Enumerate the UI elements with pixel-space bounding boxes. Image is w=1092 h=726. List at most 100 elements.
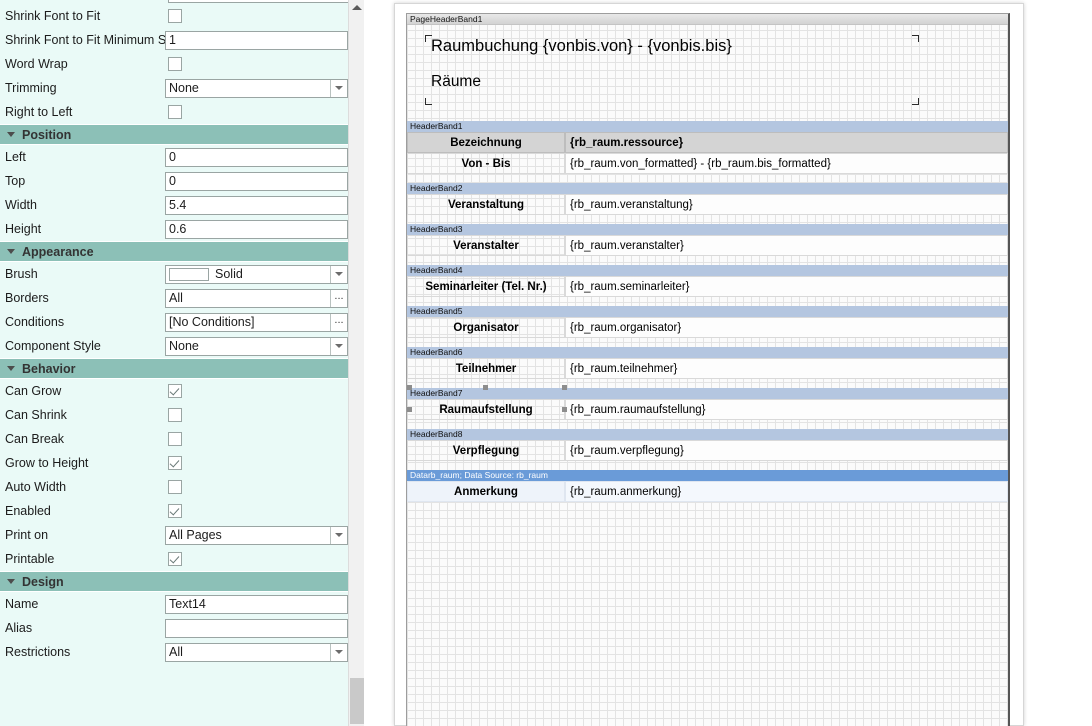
band-caption-page-header[interactable]: PageHeaderBand1 [407,14,1008,25]
report-field-row[interactable]: Von - Bis {rb_raum.von_formatted} - {rb_r… [407,153,1008,174]
report-expression-text[interactable]: {rb_raum.anmerkung} [565,481,1008,502]
report-title-container[interactable]: Raumbuchung {vonbis.von} - {vonbis.bis} … [425,35,919,105]
report-label-text[interactable]: Verpflegung [407,440,565,461]
report-expression-text[interactable]: {rb_raum.veranstaltung} [565,194,1008,215]
dropdown-brush[interactable]: Solid [165,264,348,284]
report-label-text[interactable]: Teilnehmer [407,358,565,379]
section-header-position[interactable]: Position [0,124,348,145]
band-body[interactable]: Veranstaltung {rb_raum.veranstaltung} [407,194,1008,215]
report-label-text[interactable]: Von - Bis [407,153,565,174]
report-field-row[interactable]: Seminarleiter (Tel. Nr.) {rb_raum.seminar… [407,276,1008,297]
report-expression-text[interactable]: {rb_raum.teilnehmer} [565,358,1008,379]
checkbox-can-grow[interactable] [168,384,182,398]
checkbox-shrink-font-to-fit[interactable] [168,9,182,23]
chevron-down-icon[interactable] [330,526,347,544]
band-caption[interactable]: HeaderBand2 [407,183,1008,194]
band-body[interactable]: Raumaufstellung {rb_raum.raumaufstellung} [407,385,1008,434]
checkbox-right-to-left[interactable] [168,105,182,119]
scroll-up-arrow-icon[interactable] [349,0,365,14]
chevron-down-icon[interactable] [330,337,347,355]
color-swatch-brush[interactable] [169,267,209,281]
checkbox-printable[interactable] [168,552,182,566]
report-expression-text[interactable]: {rb_raum.organisator} [565,317,1008,338]
band-header-5[interactable]: HeaderBand5 Organisator {rb_raum.organisat… [407,306,1008,338]
band-body[interactable]: Organisator {rb_raum.organisator} [407,317,1008,338]
report-label-text[interactable]: Organisator [407,317,565,338]
band-body[interactable]: Anmerkung {rb_raum.anmerkung} [407,481,1008,502]
checkbox-grow-to-height[interactable] [168,456,182,470]
report-field-row[interactable]: Veranstalter {rb_raum.veranstalter} [407,235,1008,256]
report-field-row[interactable]: Raumaufstellung {rb_raum.raumaufstellung} [407,385,1008,434]
report-label-text[interactable]: Veranstaltung [407,194,565,215]
report-page[interactable]: PageHeaderBand1 Raumbuchung {vonbis.von}… [406,13,1010,726]
scrollbar-thumb[interactable] [350,678,364,724]
section-header-design[interactable]: Design [0,571,348,592]
checkbox-word-wrap[interactable] [168,57,182,71]
band-caption[interactable]: HeaderBand8 [407,429,1008,440]
chevron-down-icon[interactable] [330,265,347,283]
input-width[interactable]: 5.4 [165,195,348,215]
report-label-text[interactable]: Bezeichnung [407,132,565,153]
section-header-behavior[interactable]: Behavior [0,358,348,379]
dropdown-trimming[interactable]: None [165,78,348,98]
band-header-2[interactable]: HeaderBand2 Veranstaltung {rb_raum.veranst… [407,183,1008,215]
report-label-text[interactable]: Anmerkung [407,481,565,502]
band-body[interactable]: Seminarleiter (Tel. Nr.) {rb_raum.seminar… [407,276,1008,297]
input-height[interactable]: 0.6 [165,219,348,239]
report-field-row[interactable]: Verpflegung {rb_raum.verpflegung} [407,440,1008,461]
report-field-row[interactable]: Anmerkung {rb_raum.anmerkung} [407,481,1008,502]
band-header-7[interactable]: HeaderBand7 Raumaufstellung {rb_raum.rauma… [407,385,1008,434]
input-shrink-font-minimum-size[interactable]: 1 [165,30,348,50]
report-field-row[interactable]: Organisator {rb_raum.organisator} [407,317,1008,338]
band-caption[interactable]: HeaderBand7 [407,388,1008,399]
band-caption[interactable]: HeaderBand6 [407,347,1008,358]
chevron-down-icon[interactable] [330,643,347,661]
report-field-row[interactable]: Veranstaltung {rb_raum.veranstaltung} [407,194,1008,215]
checkbox-can-break[interactable] [168,432,182,446]
section-header-appearance[interactable]: Appearance [0,241,348,262]
band-caption[interactable]: Datarb_raum; Data Source: rb_raum [407,470,1008,481]
report-subtitle-text[interactable]: Räume [431,73,481,91]
dropdown-print-on[interactable]: All Pages [165,525,348,545]
input-alias[interactable] [165,618,348,638]
band-header-3[interactable]: HeaderBand3 Veranstalter {rb_raum.veransta… [407,224,1008,256]
dropdown-restrictions[interactable]: All [165,642,348,662]
band-header-6[interactable]: HeaderBand6 Teilnehmer {rb_raum.teilnehmer… [407,347,1008,379]
band-data[interactable]: Datarb_raum; Data Source: rb_raum Anmerku… [407,470,1008,502]
report-expression-text[interactable]: {rb_raum.veranstalter} [565,235,1008,256]
band-header-1[interactable]: HeaderBand1 Bezeichnung {rb_raum.ressource… [407,121,1008,174]
field-conditions[interactable]: [No Conditions]... [165,312,348,332]
band-body[interactable]: Teilnehmer {rb_raum.teilnehmer} [407,358,1008,379]
band-caption[interactable]: HeaderBand1 [407,121,1008,132]
report-field-row[interactable]: Teilnehmer {rb_raum.teilnehmer} [407,358,1008,379]
band-caption[interactable]: HeaderBand4 [407,265,1008,276]
chevron-down-icon[interactable] [330,79,347,97]
checkbox-auto-width[interactable] [168,480,182,494]
property-panel-scrollbar[interactable] [348,0,364,726]
report-label-text[interactable]: Raumaufstellung [407,399,565,420]
report-label-text[interactable]: Veranstalter [407,235,565,256]
page-header-body[interactable]: Raumbuchung {vonbis.von} - {vonbis.bis} … [407,25,1008,121]
ellipsis-icon[interactable]: ... [330,313,347,331]
input-name[interactable]: Text14 [165,594,348,614]
report-expression-text[interactable]: {rb_raum.verpflegung} [565,440,1008,461]
band-body[interactable]: Verpflegung {rb_raum.verpflegung} [407,440,1008,461]
checkbox-can-shrink[interactable] [168,408,182,422]
ellipsis-icon[interactable]: ... [330,289,347,307]
band-caption[interactable]: HeaderBand5 [407,306,1008,317]
field-borders[interactable]: All... [165,288,348,308]
band-page-header[interactable]: PageHeaderBand1 Raumbuchung {vonbis.von}… [407,14,1008,121]
report-expression-text[interactable]: {rb_raum.ressource} [565,132,1008,153]
report-expression-text[interactable]: {rb_raum.von_formatted} - {rb_raum.bis_f… [565,153,1008,174]
band-header-8[interactable]: HeaderBand8 Verpflegung {rb_raum.verpflegu… [407,429,1008,461]
dropdown-component-style[interactable]: None [165,336,348,356]
report-field-row[interactable]: Bezeichnung {rb_raum.ressource} [407,132,1008,153]
band-body[interactable]: Bezeichnung {rb_raum.ressource} Von - Bis{… [407,132,1008,174]
report-expression-text[interactable]: {rb_raum.raumaufstellung} [565,399,1008,420]
band-caption[interactable]: HeaderBand3 [407,224,1008,235]
input-top[interactable]: 0 [165,171,348,191]
band-body[interactable]: Veranstalter {rb_raum.veranstalter} [407,235,1008,256]
checkbox-enabled[interactable] [168,504,182,518]
band-header-4[interactable]: HeaderBand4 Seminarleiter (Tel. Nr.) {rb_r… [407,265,1008,297]
report-label-text[interactable]: Seminarleiter (Tel. Nr.) [407,276,565,297]
